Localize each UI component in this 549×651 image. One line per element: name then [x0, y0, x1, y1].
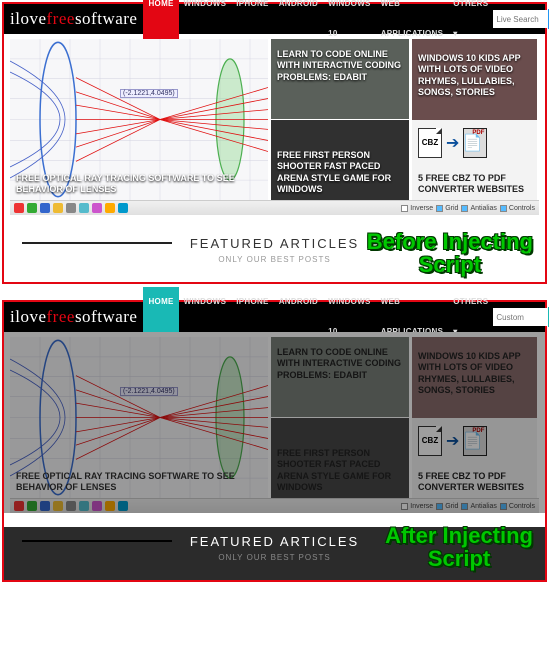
- tool-icon[interactable]: [53, 203, 63, 213]
- tile-stack-mid: LEARN TO CODE ONLINE WITH INTERACTIVE CO…: [271, 39, 409, 200]
- tool-icon[interactable]: [105, 501, 115, 511]
- tile-edabit[interactable]: LEARN TO CODE ONLINE WITH INTERACTIVE CO…: [271, 337, 409, 417]
- tile-kids-app[interactable]: WINDOWS 10 KIDS APP WITH LOTS OF VIDEO R…: [412, 39, 537, 120]
- tile-ray-tracing[interactable]: (-2.1221,4.0495) FREE OPTICAL RAY TRACIN…: [10, 39, 268, 200]
- tile-fps-game[interactable]: FREE FIRST PERSON SHOOTER FAST PACED ARE…: [271, 418, 409, 498]
- tile-big-caption: FREE OPTICAL RAY TRACING SOFTWARE TO SEE…: [16, 471, 262, 494]
- hero-wrapper: (-2.1221,4.0495) FREE OPTICAL RAY TRACIN…: [4, 332, 545, 513]
- tile-edabit-caption: LEARN TO CODE ONLINE WITH INTERACTIVE CO…: [277, 347, 403, 381]
- tool-icon[interactable]: [118, 501, 128, 511]
- toggle-inverse[interactable]: Inverse: [401, 205, 433, 212]
- toggle-grid[interactable]: Grid: [436, 205, 458, 212]
- annotation-before: Before Injecting Script: [367, 230, 533, 276]
- site-logo[interactable]: ilovefreesoftware: [10, 307, 137, 327]
- tile-fps-caption: FREE FIRST PERSON SHOOTER FAST PACED ARE…: [277, 448, 403, 493]
- tool-icon[interactable]: [14, 501, 24, 511]
- annotation-after: After Injecting Script: [385, 524, 533, 570]
- tool-icon[interactable]: [92, 203, 102, 213]
- panel-after: ilovefreesoftware HOME WINDOWS IPHONE AN…: [2, 300, 547, 582]
- toggle-controls[interactable]: Controls: [500, 205, 535, 212]
- site-logo[interactable]: ilovefreesoftware: [10, 9, 137, 29]
- arrow-icon: ➔: [446, 431, 459, 451]
- tool-icon[interactable]: [40, 203, 50, 213]
- tool-icon[interactable]: [27, 501, 37, 511]
- app-toolbar: Inverse Grid Antialias Controls: [10, 498, 539, 513]
- tool-icon[interactable]: [79, 203, 89, 213]
- tile-stack-right: WINDOWS 10 KIDS APP WITH LOTS OF VIDEO R…: [412, 337, 537, 498]
- tile-cbz-pdf[interactable]: CBZ ➔ PDF📄 5 FREE CBZ TO PDF CONVERTER W…: [412, 120, 537, 201]
- tile-edabit[interactable]: LEARN TO CODE ONLINE WITH INTERACTIVE CO…: [271, 39, 409, 119]
- tile-cbz-pdf[interactable]: CBZ ➔ PDF📄 5 FREE CBZ TO PDF CONVERTER W…: [412, 418, 537, 499]
- search-wrap: [493, 9, 549, 29]
- tile-edabit-caption: LEARN TO CODE ONLINE WITH INTERACTIVE CO…: [277, 49, 403, 83]
- tool-icon[interactable]: [53, 501, 63, 511]
- top-nav: ilovefreesoftware HOME WINDOWS IPHONE AN…: [4, 302, 545, 332]
- arrow-icon: ➔: [446, 133, 459, 153]
- pdf-doc-icon: PDF📄: [463, 426, 487, 456]
- toggle-inverse[interactable]: Inverse: [401, 503, 433, 510]
- toggle-grid[interactable]: Grid: [436, 503, 458, 510]
- tile-kids-app[interactable]: WINDOWS 10 KIDS APP WITH LOTS OF VIDEO R…: [412, 337, 537, 418]
- top-nav: ilovefreesoftware HOME WINDOWS IPHONE AN…: [4, 4, 545, 34]
- hero-row: (-2.1221,4.0495) FREE OPTICAL RAY TRACIN…: [4, 332, 545, 498]
- toggle-antialias[interactable]: Antialias: [461, 503, 496, 510]
- tile-kids-caption: WINDOWS 10 KIDS APP WITH LOTS OF VIDEO R…: [418, 351, 531, 396]
- tool-icon[interactable]: [118, 203, 128, 213]
- search-wrap: [493, 307, 549, 327]
- tile-cbz-caption: 5 FREE CBZ TO PDF CONVERTER WEBSITES: [418, 471, 531, 494]
- toggle-antialias[interactable]: Antialias: [461, 205, 496, 212]
- tool-icon[interactable]: [27, 203, 37, 213]
- tile-kids-caption: WINDOWS 10 KIDS APP WITH LOTS OF VIDEO R…: [418, 53, 531, 98]
- tile-cbz-caption: 5 FREE CBZ TO PDF CONVERTER WEBSITES: [418, 173, 531, 196]
- featured-title: FEATURED ARTICLES: [190, 236, 359, 251]
- tool-icon[interactable]: [79, 501, 89, 511]
- search-input[interactable]: [493, 10, 548, 28]
- tool-icon[interactable]: [14, 203, 24, 213]
- pdf-doc-icon: PDF📄: [463, 128, 487, 158]
- tool-icon[interactable]: [92, 501, 102, 511]
- tile-big-caption: FREE OPTICAL RAY TRACING SOFTWARE TO SEE…: [16, 173, 262, 196]
- coord-readout: (-2.1221,4.0495): [120, 89, 178, 98]
- tool-icon[interactable]: [66, 501, 76, 511]
- coord-readout: (-2.1221,4.0495): [120, 387, 178, 396]
- tile-ray-tracing[interactable]: (-2.1221,4.0495) FREE OPTICAL RAY TRACIN…: [10, 337, 268, 498]
- tile-stack-mid: LEARN TO CODE ONLINE WITH INTERACTIVE CO…: [271, 337, 409, 498]
- tool-icon[interactable]: [105, 203, 115, 213]
- panel-before: ilovefreesoftware HOME WINDOWS IPHONE AN…: [2, 2, 547, 284]
- tool-icon[interactable]: [66, 203, 76, 213]
- search-input[interactable]: [493, 308, 548, 326]
- hero-row: (-2.1221,4.0495) FREE OPTICAL RAY TRACIN…: [4, 34, 545, 200]
- app-toolbar: Inverse Grid Antialias Controls: [10, 200, 539, 215]
- tile-fps-caption: FREE FIRST PERSON SHOOTER FAST PACED ARE…: [277, 150, 403, 195]
- toggle-controls[interactable]: Controls: [500, 503, 535, 510]
- tool-icon[interactable]: [40, 501, 50, 511]
- tile-stack-right: WINDOWS 10 KIDS APP WITH LOTS OF VIDEO R…: [412, 39, 537, 200]
- tile-fps-game[interactable]: FREE FIRST PERSON SHOOTER FAST PACED ARE…: [271, 120, 409, 200]
- cbz-doc-icon: CBZ: [418, 426, 442, 456]
- cbz-doc-icon: CBZ: [418, 128, 442, 158]
- featured-title: FEATURED ARTICLES: [190, 534, 359, 549]
